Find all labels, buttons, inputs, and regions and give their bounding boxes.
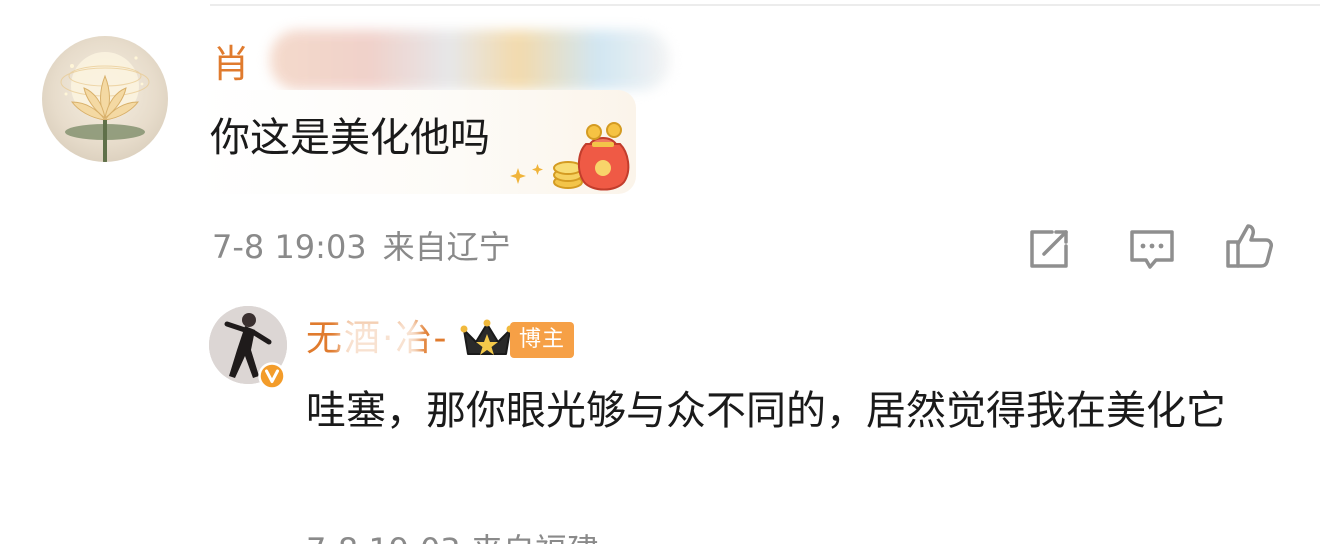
blogger-badge: 博主 [510,322,574,358]
comment-username-text: 肖 [212,42,251,86]
comment-location: 来自辽宁 [382,228,511,266]
verified-v-icon [258,362,286,390]
reply-text: 哇塞，那你眼光够与众不同的，居然觉得我在美化它 [306,388,1226,434]
comment-meta: 7-8 19:03 来自辽宁 [212,222,511,272]
thumbs-up-icon[interactable] [1224,220,1276,272]
username-redaction [270,30,670,90]
reply-meta: 7-8 19:03 来自福建 [306,530,599,544]
comment-thread: 肖 你这是美化他吗 7-8 19:03 来自辽宁 博主 哇塞，那你眼光够与众不同… [0,0,1320,544]
lucky-bag-icon [506,122,636,196]
comment-icon[interactable] [1126,222,1178,274]
crown-icon [460,318,514,360]
lotus-avatar-art [60,52,150,162]
divider [210,4,1320,6]
lotus-avatar[interactable] [42,36,168,162]
share-edit-icon[interactable] [1024,222,1076,274]
reply-username-redaction [340,318,420,362]
comment-username[interactable]: 肖 [212,40,250,88]
comment-time: 7-8 19:03 [212,228,367,266]
comment-text: 你这是美化他吗 [210,115,490,161]
